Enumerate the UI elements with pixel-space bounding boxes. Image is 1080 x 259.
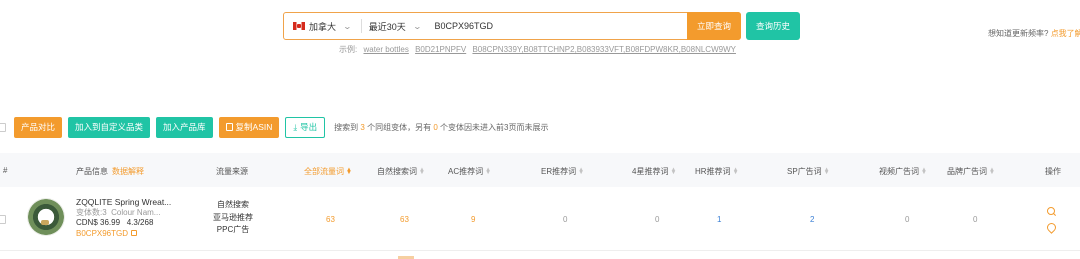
video-value: 0: [905, 215, 910, 224]
col-video-label: 视频广告词: [879, 167, 919, 176]
rating: 4.3/268: [126, 218, 154, 227]
ac-value[interactable]: 9: [471, 215, 475, 224]
product-meta: 变体数:3 Colour Nam...: [76, 208, 171, 219]
copy-icon: [225, 123, 233, 131]
source-item: PPC广告: [216, 225, 250, 234]
col-four-star[interactable]: 4星推荐词 ▲ ▼: [632, 166, 676, 177]
variant-count: 变体数:3: [76, 207, 107, 217]
col-brand-label: 品牌广告词: [947, 167, 987, 176]
copy-asin-label: 复制ASIN: [235, 122, 273, 132]
row-operations: [1046, 207, 1056, 233]
summary-missing-count: 0: [433, 122, 438, 132]
col-product-label: 产品信息: [76, 167, 108, 176]
source-item: 亚马逊推荐: [213, 212, 253, 222]
brand-value: 0: [973, 215, 978, 224]
col-ops: 操作: [1045, 167, 1061, 176]
sort-icon[interactable]: ▲ ▼: [670, 167, 676, 176]
traffic-sources: 自然搜索 亚马逊推荐 PPC广告: [211, 199, 255, 237]
add-custom-category-button[interactable]: 加入到自定义品类: [68, 116, 151, 138]
col-organic[interactable]: 自然搜索词 ▲ ▼: [377, 166, 425, 177]
col-video[interactable]: 视频广告词 ▲ ▼: [879, 166, 927, 177]
asin-link[interactable]: B0CPX96TGD: [76, 229, 171, 240]
sort-icon[interactable]: ▲ ▼: [419, 167, 425, 176]
er-value: 0: [563, 215, 568, 224]
table-row: ZQQLITE Spring Wreat... 变体数:3 Colour Nam…: [0, 187, 1080, 251]
search-icon[interactable]: [1046, 207, 1056, 217]
update-frequency-note: 想知道更新频率? 点我了解: [988, 28, 1080, 39]
product-info: ZQQLITE Spring Wreat... 变体数:3 Colour Nam…: [76, 197, 171, 239]
example-link[interactable]: B0D21PNPFV: [415, 45, 466, 54]
all-traffic-value[interactable]: 63: [326, 215, 335, 224]
product-name[interactable]: ZQQLITE Spring Wreat...: [76, 197, 171, 208]
examples-label: 示例:: [339, 45, 358, 54]
copy-asin-button[interactable]: 复制ASIN: [218, 116, 280, 138]
add-library-button[interactable]: 加入产品库: [156, 116, 213, 138]
search-examples: 示例: water bottles B0D21PNPFV B08CPN339Y,…: [339, 44, 736, 55]
example-link[interactable]: water bottles: [363, 45, 408, 54]
data-explanation-link[interactable]: 数据解释: [112, 167, 144, 176]
colour-name: Colour Nam...: [111, 207, 161, 217]
col-source: 流量来源: [216, 167, 248, 176]
sort-icon[interactable]: ▲ ▼: [989, 167, 995, 176]
organic-value[interactable]: 63: [400, 215, 409, 224]
toolbar: 产品对比 加入到自定义品类 加入产品库 复制ASIN ⤓ 导出 搜索到 3 个同…: [0, 116, 1080, 138]
period-select[interactable]: 最近30天: [369, 20, 406, 33]
freq-text: 想知道更新频率?: [988, 29, 1049, 38]
col-brand[interactable]: 品牌广告词 ▲ ▼: [947, 166, 995, 177]
example-link[interactable]: B08CPN339Y,B08TTCHNP2,B083933VFT,B08FDPW…: [472, 45, 736, 54]
summary-count: 3: [360, 122, 365, 132]
hr-value[interactable]: 1: [717, 215, 721, 224]
export-label: 导出: [300, 122, 318, 132]
result-summary: 搜索到 3 个同组变体，另有 0 个变体因未进入前3页而未展示: [334, 122, 548, 133]
source-item: 自然搜索: [217, 200, 249, 209]
col-ac[interactable]: AC推荐词 ▲ ▼: [448, 166, 491, 177]
col-index: #: [3, 166, 8, 175]
compare-button[interactable]: 产品对比: [14, 116, 63, 138]
download-icon: ⤓: [293, 121, 298, 132]
sp-value[interactable]: 2: [810, 215, 814, 224]
col-all-traffic[interactable]: 全部流量词 ▲ ▼: [304, 166, 352, 177]
col-all-traffic-label: 全部流量词: [304, 167, 344, 176]
summary-text: 搜索到: [334, 122, 359, 132]
col-sp-label: SP广告词: [787, 167, 822, 176]
select-all-checkbox[interactable]: [0, 122, 6, 132]
sort-icon[interactable]: ▲ ▼: [485, 167, 491, 176]
location-pin-icon[interactable]: [1046, 223, 1056, 233]
col-organic-label: 自然搜索词: [377, 167, 417, 176]
search-input[interactable]: B0CPX96TGD: [434, 21, 687, 31]
table-header: # 产品信息 数据解释 流量来源 全部流量词 ▲ ▼ 自然搜索词 ▲ ▼ AC推荐词 ▲ ▼ …: [0, 153, 1080, 187]
freq-link[interactable]: 点我了解: [1051, 29, 1080, 38]
canada-flag-icon: [293, 22, 305, 30]
sort-icon[interactable]: ▲ ▼: [921, 167, 927, 176]
chevron-down-icon[interactable]: ⌄: [343, 22, 352, 31]
history-button[interactable]: 查询历史: [746, 12, 800, 40]
product-image[interactable]: [27, 198, 65, 236]
sort-icon[interactable]: ▲ ▼: [824, 167, 830, 176]
sort-icon[interactable]: ▲ ▼: [578, 167, 584, 176]
col-product: 产品信息 数据解释: [76, 166, 144, 177]
sort-icon[interactable]: ▲ ▼: [346, 167, 352, 176]
col-ac-label: AC推荐词: [448, 167, 484, 176]
sort-icon[interactable]: ▲ ▼: [733, 167, 739, 176]
search-bar[interactable]: 加拿大 ⌄ 最近30天 ⌄ B0CPX96TGD 立即查询: [283, 12, 741, 40]
col-er-label: ER推荐词: [541, 167, 577, 176]
export-button[interactable]: ⤓ 导出: [285, 116, 326, 138]
col-er[interactable]: ER推荐词 ▲ ▼: [541, 166, 584, 177]
price: CDN$ 36.99: [76, 218, 121, 227]
country-select[interactable]: 加拿大: [309, 20, 336, 33]
summary-text: 个同组变体，另有: [367, 122, 432, 132]
col-four-star-label: 4星推荐词: [632, 167, 669, 176]
divider: [360, 19, 362, 33]
external-link-icon[interactable]: [131, 229, 138, 236]
product-price-rating: CDN$ 36.99 4.3/268: [76, 218, 171, 229]
chevron-down-icon[interactable]: ⌄: [412, 22, 421, 31]
four-star-value: 0: [655, 215, 660, 224]
col-sp[interactable]: SP广告词 ▲ ▼: [787, 166, 830, 177]
query-button[interactable]: 立即查询: [687, 12, 741, 40]
col-hr[interactable]: HR推荐词 ▲ ▼: [695, 166, 739, 177]
row-checkbox[interactable]: [0, 215, 6, 224]
col-hr-label: HR推荐词: [695, 167, 731, 176]
asin-text[interactable]: B0CPX96TGD: [76, 229, 128, 238]
summary-text: 个变体因未进入前3页而未展示: [440, 122, 549, 132]
